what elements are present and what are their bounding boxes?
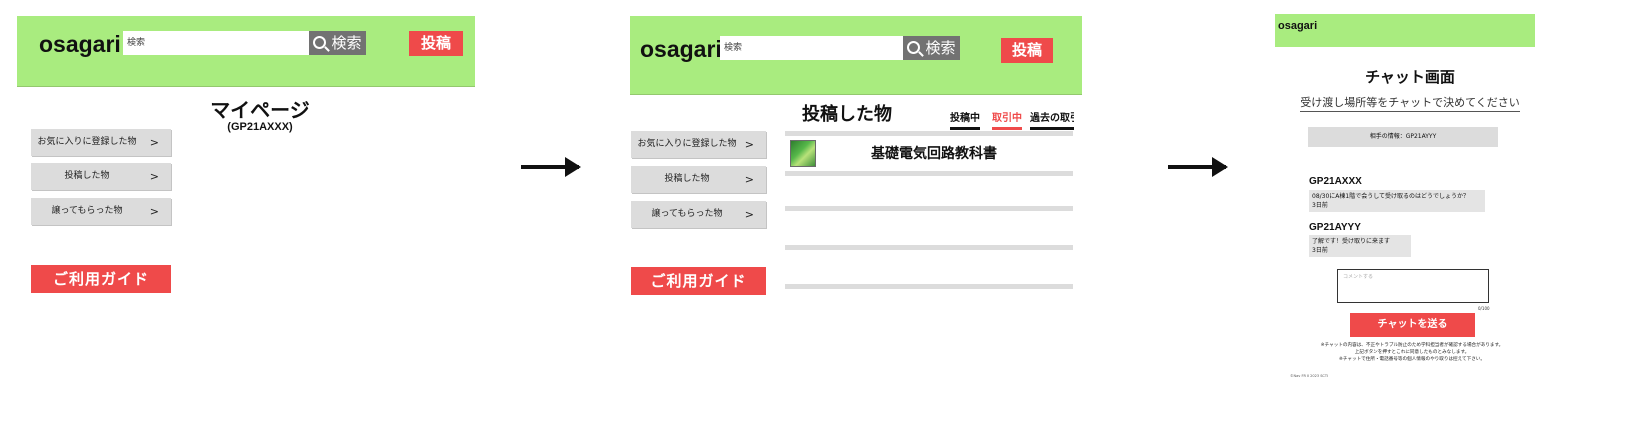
sidebar-item-label: 投稿した物 <box>664 174 710 184</box>
partner-info-badge: 相手の情報：GP21AYYY <box>1308 127 1498 147</box>
page-subtitle: 受け渡し場所等をチャットで決めてください <box>1290 94 1530 112</box>
mypage-screen: osagari 検索 検索 投稿 マイページ (GP21AXXX) お気に入りに… <box>0 0 520 428</box>
search-icon <box>907 41 921 54</box>
sidebar-item-label: お気に入りに登録した物 <box>637 139 737 149</box>
tab-label: 投稿中 <box>950 113 980 124</box>
right-arrow-icon <box>521 157 581 177</box>
sidebar-item-posted[interactable]: 投稿した物 > <box>631 166 766 193</box>
header-bar: osagari <box>1275 14 1535 47</box>
page-title: 投稿した物 <box>802 104 892 125</box>
message-sender: GP21AXXX <box>1309 176 1362 187</box>
message-text: 了解です！受け取りに来ます <box>1312 238 1391 245</box>
search-button[interactable]: 検索 <box>903 36 960 60</box>
list-divider <box>785 206 1073 211</box>
sidebar-item-label: 譲ってもらった物 <box>51 206 123 216</box>
chevron-right-icon: > <box>149 170 159 183</box>
char-counter: 0/100 <box>1478 306 1490 311</box>
tab-posting[interactable]: 投稿中 <box>950 109 980 130</box>
search-icon <box>313 36 327 49</box>
sidebar-item-received[interactable]: 譲ってもらった物 > <box>631 201 766 228</box>
tab-label: 取引中 <box>992 113 1022 124</box>
notice-text: ※チャットの内容は、不正やトラブル防止のため学科担当者が確認する場合があります。… <box>1320 343 1504 362</box>
search-input[interactable]: 検索 <box>720 36 903 60</box>
search-button[interactable]: 検索 <box>309 31 366 55</box>
tab-label: 過去の取引 <box>1030 113 1074 124</box>
item-title: 基礎電気回路教科書 <box>871 146 997 162</box>
search-input[interactable]: 検索 <box>123 31 309 55</box>
message-text: 08/30にA棟1階で会うして受け取るのはどうでしょうか？ <box>1312 193 1470 200</box>
chevron-right-icon: > <box>149 136 159 149</box>
page-title: マイページ <box>210 98 310 122</box>
comment-input[interactable]: コメントする <box>1337 269 1489 303</box>
post-button[interactable]: 投稿 <box>1001 38 1053 63</box>
logo[interactable]: osagari <box>39 31 121 58</box>
sidebar-item-label: 譲ってもらった物 <box>651 209 723 219</box>
post-button[interactable]: 投稿 <box>409 31 463 56</box>
message-time: 3日前 <box>1312 247 1328 254</box>
header-bar: osagari 検索 検索 投稿 <box>630 16 1082 95</box>
message-time: 3日前 <box>1312 202 1328 209</box>
list-divider <box>785 245 1073 250</box>
sidebar-item-favorites[interactable]: お気に入りに登録した物 > <box>631 131 766 158</box>
chevron-right-icon: > <box>149 205 159 218</box>
sidebar-item-label: 投稿した物 <box>64 171 110 181</box>
item-thumbnail <box>790 140 816 167</box>
guide-button[interactable]: ご利用ガイド <box>631 267 766 295</box>
header-bar: osagari 検索 検索 投稿 <box>17 16 475 87</box>
chevron-right-icon: > <box>744 173 754 186</box>
sidebar-item-label: お気に入りに登録した物 <box>37 137 137 147</box>
search-button-label: 検索 <box>925 39 956 57</box>
chat-screen: osagari チャット画面 受け渡し場所等をチャットで決めてください 相手の情… <box>1270 0 1570 428</box>
user-id: (GP21AXXX) <box>227 121 293 133</box>
tab-in-progress[interactable]: 取引中 <box>992 109 1022 130</box>
list-item[interactable]: 基礎電気回路教科書 <box>785 137 1073 171</box>
chevron-right-icon: > <box>744 208 754 221</box>
message-sender: GP21AYYY <box>1309 222 1361 233</box>
logo[interactable]: osagari <box>1278 20 1317 32</box>
chevron-right-icon: > <box>744 138 754 151</box>
logo[interactable]: osagari <box>640 36 722 63</box>
list-divider <box>785 131 1073 136</box>
sidebar-item-received[interactable]: 譲ってもらった物 > <box>31 198 171 225</box>
tab-past[interactable]: 過去の取引 <box>1030 109 1074 130</box>
right-arrow-icon <box>1168 157 1228 177</box>
send-chat-button[interactable]: チャットを送る <box>1350 313 1475 337</box>
message-bubble: 了解です！受け取りに来ます 3日前 <box>1309 235 1411 257</box>
search-button-label: 検索 <box>331 34 362 52</box>
list-divider <box>785 284 1073 289</box>
posted-items-screen: osagari 検索 検索 投稿 投稿した物 投稿中 取引中 過去の取引 基礎電… <box>628 0 1138 428</box>
footer-copyright: ©Nav FR II 2023 SCTI <box>1290 374 1329 378</box>
page-title: チャット画面 <box>1365 68 1455 86</box>
guide-button[interactable]: ご利用ガイド <box>31 265 171 293</box>
message-bubble: 08/30にA棟1階で会うして受け取るのはどうでしょうか？ 3日前 <box>1309 190 1485 212</box>
list-divider <box>785 171 1073 176</box>
sidebar-item-posted[interactable]: 投稿した物 > <box>31 163 171 190</box>
sidebar-item-favorites[interactable]: お気に入りに登録した物 > <box>31 129 171 156</box>
